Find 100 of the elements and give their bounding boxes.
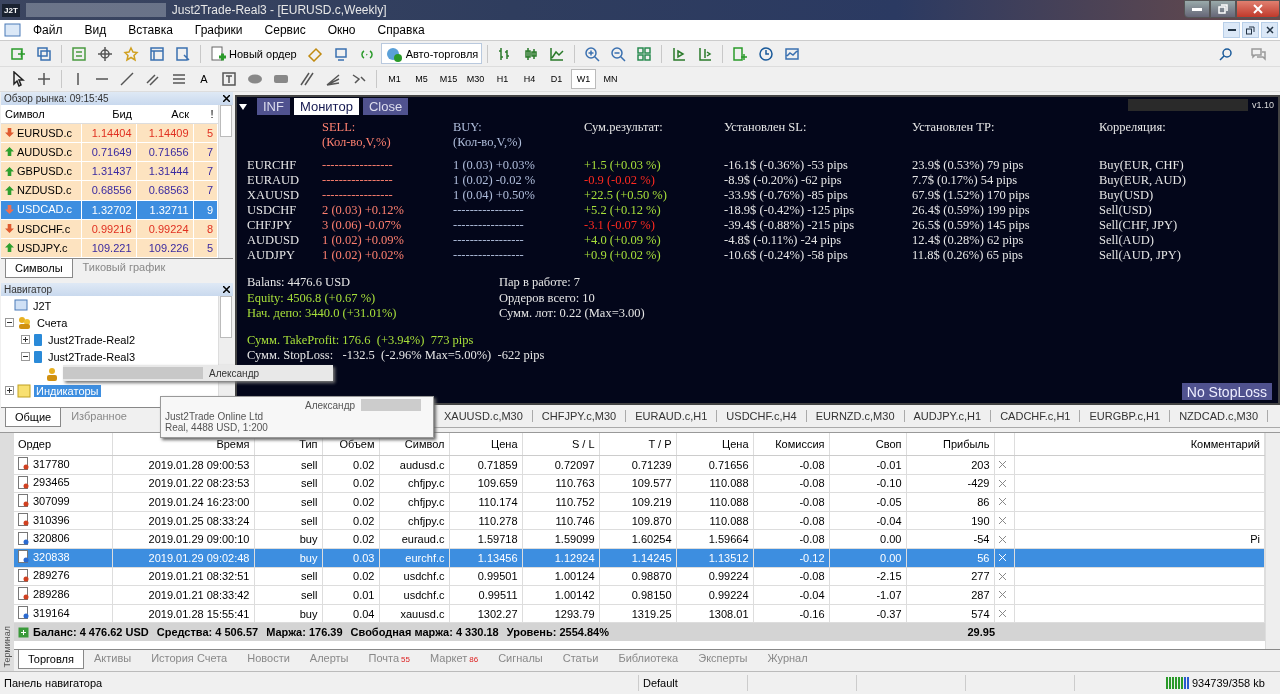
table-cell: 2019.01.28 15:55:41 <box>112 604 254 623</box>
period-button[interactable]: M15 <box>436 69 461 89</box>
column-header[interactable]: Цена <box>676 433 753 456</box>
period-button[interactable]: H1 <box>490 69 515 89</box>
period-button[interactable]: M5 <box>409 69 434 89</box>
column-header[interactable]: Ордер <box>14 433 112 456</box>
text-tool-button[interactable]: A <box>193 68 215 90</box>
stoploss-value: -18.9$ (-0.42%) -125 pips <box>724 203 856 218</box>
table-cell: 1.00142 <box>522 585 599 605</box>
result-value: -3.1 (-0.07 %) <box>584 218 656 233</box>
column-header[interactable]: ! <box>193 105 218 124</box>
period-button[interactable]: MN <box>598 69 623 89</box>
menu-item[interactable]: Справка <box>366 23 436 37</box>
tab[interactable]: Общие <box>5 408 62 427</box>
chart-tab[interactable]: XAUUSD.c,M30 <box>435 410 533 422</box>
menu-item[interactable]: Вставка <box>117 23 184 37</box>
symbol-cell[interactable]: EURUSD.c <box>1 123 81 143</box>
chart-tab[interactable]: EURNZD.c,M30 <box>806 410 905 422</box>
table-cell: 319164 <box>14 604 112 623</box>
tree-item[interactable]: Just2Trade-Real3 <box>46 350 138 363</box>
period-button[interactable]: D1 <box>544 69 569 89</box>
chart-tab[interactable]: CADCHF.c,H1 <box>991 410 1081 422</box>
result-value: -0.9 (-0.02 %) <box>584 173 656 188</box>
panel-button[interactable]: INF <box>257 98 290 115</box>
panel-button[interactable]: Монитор <box>293 98 359 115</box>
column-header[interactable]: Своп <box>829 433 906 456</box>
table-cell: 0.98150 <box>599 585 676 605</box>
menu-item[interactable]: Файл <box>22 23 74 37</box>
period-button[interactable]: H4 <box>517 69 542 89</box>
pair-label: XAUUSD <box>247 188 301 203</box>
table-cell: -0.37 <box>829 604 906 623</box>
table-cell: 574 <box>906 604 994 623</box>
table-cell: 277 <box>906 567 994 586</box>
auto-trading-button[interactable]: Авто-торговля <box>380 43 483 64</box>
chart-tab[interactable]: USDCHF.c,H4 <box>717 410 807 422</box>
column-header[interactable]: S / L <box>522 433 599 456</box>
menu-item[interactable]: Сервис <box>253 23 317 37</box>
table-cell: 0.01 <box>322 585 379 605</box>
symbol-cell[interactable]: USDJPY.c <box>1 238 81 258</box>
symbol-cell[interactable]: GBPUSD.c <box>1 161 81 181</box>
table-cell: 320806 <box>14 529 112 549</box>
buy-value: 1 (0.02) -0.02 % <box>453 173 537 188</box>
panel-title: Навигатор <box>4 284 53 295</box>
table-cell: 110.278 <box>449 511 522 530</box>
symbol-cell[interactable]: NZDUSD.c <box>1 180 81 201</box>
table-cell: -0.08 <box>753 529 829 549</box>
chart-tab[interactable]: EURGBP.c,H1 <box>1080 410 1171 422</box>
tree-item[interactable]: Счета <box>35 316 70 329</box>
tab[interactable]: Маркет 86 <box>420 650 489 667</box>
column-header[interactable]: Аск <box>136 105 193 124</box>
menu-item[interactable]: Окно <box>316 23 367 37</box>
takeprofit-value: 26.4$ (0.59%) 199 pips <box>912 203 1031 218</box>
column-header: SELL: <box>322 120 357 135</box>
tree-item[interactable]: J2T <box>31 299 54 312</box>
column-header[interactable]: Время <box>112 433 254 456</box>
stoploss-value: -33.9$ (-0.76%) -85 pips <box>724 188 849 203</box>
table-cell: 1302.27 <box>449 604 522 623</box>
tree-item[interactable]: Just2Trade-Real2 <box>46 333 138 346</box>
symbol-cell[interactable]: USDCHF.c <box>1 219 81 239</box>
column-header[interactable]: Бид <box>81 105 136 124</box>
menu-item[interactable]: Графики <box>183 23 254 37</box>
table-cell: 0.71239 <box>599 455 676 475</box>
period-button[interactable]: W1 <box>571 69 596 89</box>
terminal-label: Терминал <box>1 625 13 667</box>
column-header[interactable]: T / P <box>599 433 676 456</box>
table-cell: 110.088 <box>676 492 753 512</box>
column-header[interactable]: Объем <box>322 433 379 456</box>
period-button[interactable]: M1 <box>382 69 407 89</box>
tab[interactable]: Почта 55 <box>358 650 420 667</box>
tab[interactable]: Символы <box>5 259 73 278</box>
new-order-button[interactable]: Новый ордер <box>206 43 301 64</box>
tab[interactable]: Торговля <box>18 650 84 669</box>
chart-tab[interactable]: CHFJPY.c,M30 <box>532 410 627 422</box>
version-label: v1.10 <box>1251 100 1274 110</box>
table-cell: 0.04 <box>322 604 379 623</box>
takeprofit-value: 7.7$ (0.17%) 54 pips <box>912 173 1019 188</box>
column-header[interactable]: Цена <box>449 433 522 456</box>
chart-tab[interactable]: EURAUD.c,H1 <box>626 410 718 422</box>
symbol-cell[interactable]: AUDUSD.c <box>1 142 81 162</box>
no-stoploss-button[interactable]: No StopLoss <box>1181 383 1272 400</box>
chart-tab[interactable]: NZDCAD.c,M30 <box>1170 410 1268 422</box>
table-cell: -0.04 <box>753 585 829 605</box>
chart-tab[interactable]: AUDJPY.c,H1 <box>904 410 992 422</box>
column-header[interactable]: Комментарий <box>1014 433 1265 456</box>
column-header[interactable]: Тип <box>254 433 322 456</box>
menu-item[interactable]: Вид <box>73 23 118 37</box>
table-cell: 317780 <box>14 455 112 475</box>
table-cell: 110.752 <box>522 492 599 512</box>
column-header[interactable]: Прибыль <box>906 433 994 456</box>
table-cell: -0.01 <box>829 455 906 475</box>
table-cell: Pi <box>1014 529 1265 549</box>
table-cell: 1.59718 <box>449 529 522 549</box>
table-cell: -0.08 <box>753 455 829 475</box>
table-cell: usdchf.c <box>379 585 449 605</box>
column-header[interactable]: Комиссия <box>753 433 829 456</box>
panel-button[interactable]: Close <box>362 98 409 115</box>
column-header[interactable]: Символ <box>379 433 449 456</box>
period-button[interactable]: M30 <box>463 69 488 89</box>
column-subheader: (Кол-во,V,%) <box>453 135 523 150</box>
column-header[interactable]: Символ <box>1 105 81 124</box>
